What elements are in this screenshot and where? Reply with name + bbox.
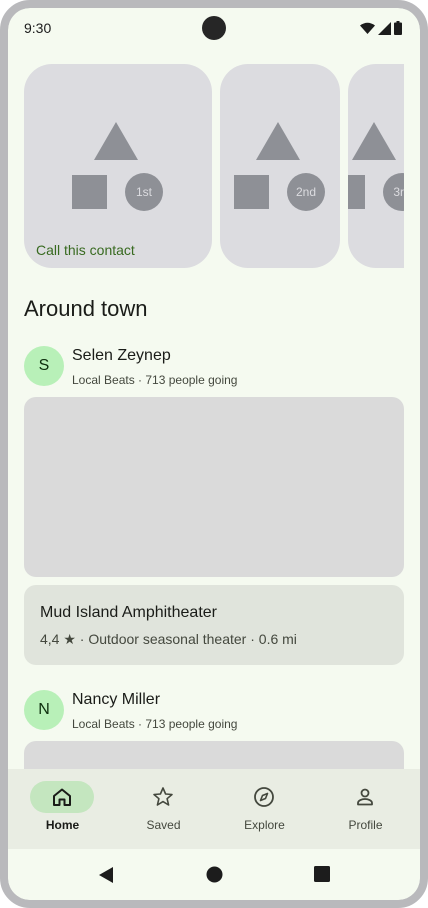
nav-item-saved[interactable]: Saved — [112, 769, 215, 849]
nav-item-explore[interactable]: Explore — [213, 769, 316, 849]
carousel-card-1[interactable]: 1st Call this contact — [24, 64, 212, 268]
place-title: Mud Island Amphitheater — [40, 604, 217, 621]
event-meta: Local Beats · 713 people going — [72, 373, 238, 387]
home-icon — [53, 788, 71, 806]
place-subtitle: 4,4 ★ · Outdoor seasonal theater · 0.6 m… — [40, 631, 297, 647]
recents-icon[interactable] — [314, 866, 330, 882]
battery-icon — [394, 21, 402, 35]
carousel-card-3[interactable]: 3rd — [348, 64, 404, 268]
nav-item-home[interactable]: Home — [11, 769, 114, 849]
rank-badge: 3rd — [393, 185, 404, 199]
status-time: 9:30 — [24, 20, 52, 36]
cellular-signal-icon — [378, 21, 391, 35]
person-icon — [357, 788, 373, 806]
wifi-icon — [360, 22, 375, 34]
author-name[interactable]: Nancy Miller — [72, 691, 160, 709]
event-meta: Local Beats · 713 people going — [72, 717, 238, 731]
nav-label: Saved — [146, 818, 181, 832]
shapes-placeholder-icon: 2nd — [234, 122, 325, 211]
rank-badge: 1st — [136, 185, 153, 199]
star-icon — [153, 787, 173, 806]
shapes-placeholder-icon: 3rd — [348, 122, 404, 211]
nav-item-profile[interactable]: Profile — [314, 769, 417, 849]
section-title: Around town — [24, 296, 148, 321]
compass-icon — [254, 787, 274, 807]
home-circle-icon[interactable] — [206, 866, 223, 883]
back-icon[interactable] — [98, 866, 114, 884]
rank-badge: 2nd — [296, 185, 316, 199]
front-camera — [202, 16, 226, 40]
nav-label: Home — [45, 818, 80, 832]
nav-label: Explore — [244, 818, 285, 832]
avatar-letter: S — [38, 357, 50, 374]
avatar[interactable]: S — [24, 346, 64, 386]
media-placeholder[interactable] — [24, 397, 404, 577]
device-frame: 9:30 1st Call this contact 2nd 3r Around… — [0, 0, 428, 908]
nav-label: Profile — [348, 818, 383, 832]
status-icons — [360, 21, 402, 35]
shapes-placeholder-icon: 1st — [72, 122, 163, 211]
carousel-card-2[interactable]: 2nd — [220, 64, 340, 268]
avatar-letter: N — [38, 701, 50, 718]
avatar[interactable]: N — [24, 690, 64, 730]
bottom-navigation: Home Saved Explore Profile — [8, 769, 420, 849]
call-contact-label: Call this contact — [36, 242, 135, 258]
app-screen: 9:30 1st Call this contact 2nd 3r Around… — [8, 8, 420, 900]
status-bar: 9:30 — [8, 8, 420, 48]
author-name[interactable]: Selen Zeynep — [72, 347, 171, 365]
system-navigation-bar — [8, 849, 420, 900]
contact-carousel[interactable]: 1st Call this contact 2nd 3rd — [24, 64, 404, 270]
place-card[interactable]: Mud Island Amphitheater 4,4 ★ · Outdoor … — [24, 585, 404, 665]
